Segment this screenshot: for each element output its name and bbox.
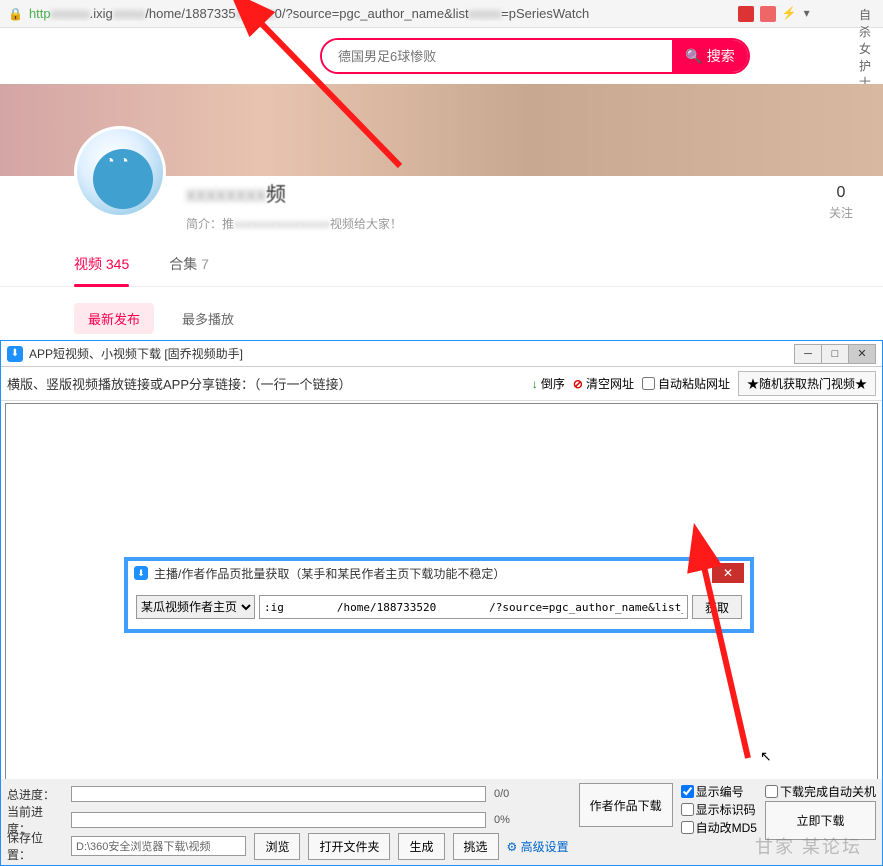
download-now-button[interactable]: 立即下载 (765, 801, 876, 840)
search-input[interactable] (322, 40, 672, 72)
close-button[interactable]: ✕ (848, 344, 876, 364)
profile-stats[interactable]: 0 关注 (829, 184, 853, 221)
url-text[interactable]: httpxxxxxx.ixigxxxxx/home/1887335xxxxxx0… (29, 6, 738, 21)
search-button[interactable]: 🔍搜索 (672, 40, 748, 72)
ext-icon[interactable] (738, 6, 754, 22)
profile-name: xxxxxxxx频 (186, 178, 402, 207)
show-code-checkbox[interactable]: 显示标识码 (681, 801, 757, 818)
author-works-button[interactable]: 作者作品下载 (579, 783, 673, 827)
app-titlebar: ⬇ APP短视频、小视频下载 [固乔视频助手] ─ □ ✕ (1, 341, 882, 367)
platform-select[interactable]: 某瓜视频作者主页 (136, 595, 255, 619)
lock-icon: 🔒 (8, 7, 23, 21)
modal-titlebar: ⬇ 主播/作者作品页批量获取（某手和某民作者主页下载功能不稳定） ✕ (128, 561, 750, 585)
modal-close-button[interactable]: ✕ (712, 563, 744, 583)
tabs: 视频 345 合集 7 (0, 232, 883, 287)
modal-title-text: 主播/作者作品页批量获取（某手和某民作者主页下载功能不稳定） (154, 565, 505, 582)
search-row: 🔍搜索 (0, 28, 883, 84)
ext-icon[interactable]: ⚡ (782, 6, 798, 22)
app-icon: ⬇ (7, 346, 23, 362)
tab-collections[interactable]: 合集 7 (169, 254, 209, 286)
auto-shutdown-checkbox[interactable]: 下载完成自动关机 (765, 783, 876, 800)
url-textarea[interactable]: ⬇ 主播/作者作品页批量获取（某手和某民作者主页下载功能不稳定） ✕ 某瓜视频作… (5, 403, 878, 791)
search-box: 🔍搜索 (320, 38, 750, 74)
browser-address-bar: 🔒 httpxxxxxx.ixigxxxxx/home/1887335xxxxx… (0, 0, 883, 28)
random-hot-button[interactable]: ★随机获取热门视频★ (738, 371, 876, 396)
open-folder-button[interactable]: 打开文件夹 (308, 833, 390, 860)
suggestion-text[interactable]: ⟳ 自杀女护士父亲发 (846, 6, 875, 22)
app-title-text: APP短视频、小视频下载 [固乔视频助手] (29, 345, 243, 362)
advanced-link[interactable]: ⚙ 高级设置 (507, 838, 569, 855)
total-progress-label: 总进度： (7, 786, 63, 803)
bottom-panel: 总进度： 0/0 当前进度： 0% 保存位置： 浏览 打开文件夹 生成 挑选 ⚙ (1, 779, 882, 865)
total-progress-value: 0/0 (494, 788, 534, 800)
maximize-button[interactable]: □ (821, 344, 849, 364)
profile-section: xxxxxxxx频 简介：推xxxxxxxxxxxxxxxx视频给大家！ 0 关… (0, 126, 883, 232)
ext-icon[interactable]: ▾ (804, 6, 820, 22)
save-path-input[interactable] (71, 836, 246, 856)
auto-md5-checkbox[interactable]: 自动改MD5 (681, 819, 757, 836)
sort-latest[interactable]: 最新发布 (74, 303, 154, 334)
sort-toggle[interactable]: ↓倒序 (532, 375, 565, 392)
select-button[interactable]: 挑选 (453, 833, 499, 860)
generate-button[interactable]: 生成 (398, 833, 444, 860)
current-progress-value: 0% (494, 814, 534, 826)
search-icon: 🔍 (685, 48, 702, 65)
modal-icon: ⬇ (134, 566, 148, 580)
show-number-checkbox[interactable]: 显示编号 (681, 783, 757, 800)
minimize-button[interactable]: ─ (794, 344, 822, 364)
autopaste-checkbox[interactable]: 自动粘贴网址 (642, 375, 730, 392)
author-url-input[interactable] (259, 595, 688, 619)
downloader-window: ⬇ APP短视频、小视频下载 [固乔视频助手] ─ □ ✕ 横版、竖版视频播放链… (0, 340, 883, 866)
current-progress-bar (71, 812, 486, 828)
batch-fetch-modal: ⬇ 主播/作者作品页批量获取（某手和某民作者主页下载功能不稳定） ✕ 某瓜视频作… (124, 557, 754, 633)
tab-videos[interactable]: 视频 345 (74, 254, 129, 286)
save-path-label: 保存位置： (7, 829, 63, 863)
browse-button[interactable]: 浏览 (254, 833, 300, 860)
fetch-button[interactable]: 获取 (692, 595, 742, 619)
app-toolbar: 横版、竖版视频播放链接或APP分享链接：（一行一个链接） ↓倒序 ⊘清空网址 自… (1, 367, 882, 401)
ext-icon[interactable] (760, 6, 776, 22)
toolbar-label: 横版、竖版视频播放链接或APP分享链接：（一行一个链接） (7, 374, 352, 393)
total-progress-bar (71, 786, 486, 802)
cursor-icon: ↖ (760, 748, 772, 765)
clear-urls[interactable]: ⊘清空网址 (573, 375, 634, 392)
stat-label: 关注 (829, 204, 853, 221)
profile-bio: 简介：推xxxxxxxxxxxxxxxx视频给大家！ (186, 215, 402, 232)
browser-extensions: ⚡ ▾ ⟳ 自杀女护士父亲发 (738, 6, 875, 22)
stat-number: 0 (829, 184, 853, 202)
avatar[interactable] (74, 126, 166, 218)
sort-most-played[interactable]: 最多播放 (168, 303, 248, 334)
